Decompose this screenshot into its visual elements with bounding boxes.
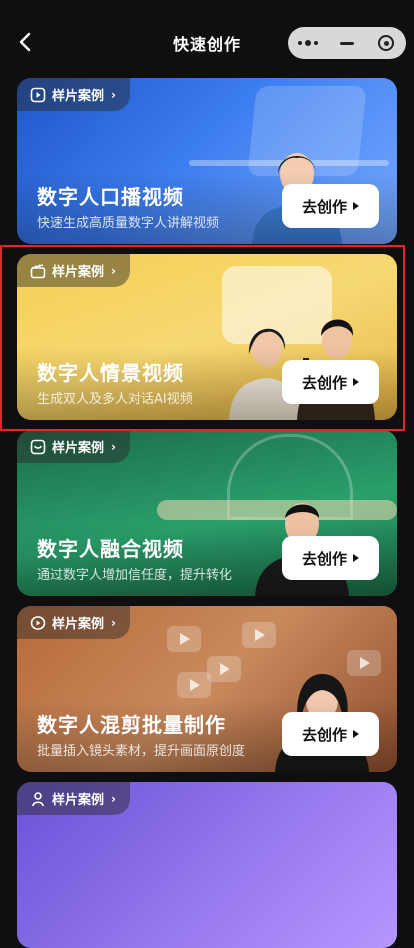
- create-button[interactable]: 去创作: [282, 712, 379, 756]
- play-tile-icon: [167, 626, 201, 652]
- checkbox-icon: [29, 438, 47, 456]
- create-button-label: 去创作: [301, 549, 347, 568]
- card-title: 数字人口播视频: [37, 185, 184, 209]
- play-triangle-icon: [353, 202, 359, 210]
- card-subtitle: 快速生成高质量数字人讲解视频: [37, 216, 220, 231]
- tag-label: 样片案例: [52, 89, 105, 104]
- close-button[interactable]: [370, 27, 402, 59]
- chevron-right-icon: ›: [111, 791, 116, 806]
- card-partial[interactable]: 样片案例 ›: [17, 782, 397, 948]
- tag-label: 样片案例: [52, 441, 105, 456]
- sample-case-tag[interactable]: 样片案例 ›: [17, 782, 130, 815]
- tag-label: 样片案例: [52, 617, 105, 632]
- minimize-icon: [339, 41, 354, 45]
- copy-video-icon: [29, 614, 47, 632]
- chevron-right-icon: ›: [111, 439, 116, 454]
- play-triangle-icon: [353, 730, 359, 738]
- create-button[interactable]: 去创作: [282, 184, 379, 228]
- close-target-icon: [378, 35, 395, 51]
- card-subtitle: 批量插入镜头素材，提升画面原创度: [37, 744, 246, 759]
- more-button[interactable]: [292, 27, 324, 59]
- chevron-right-icon: ›: [111, 615, 116, 630]
- minimize-button[interactable]: [331, 27, 363, 59]
- selection-highlight: [0, 245, 405, 431]
- create-button-label: 去创作: [301, 725, 347, 744]
- card-talking-video[interactable]: 样片案例 › 数字人口播视频 快速生成高质量数字人讲解视频 去创作: [17, 78, 397, 244]
- more-dots-icon: [297, 40, 318, 46]
- mini-program-capsule: [288, 27, 406, 59]
- play-tile-icon: [207, 656, 241, 682]
- chevron-right-icon: ›: [111, 87, 116, 102]
- play-tile-icon: [242, 622, 276, 648]
- nav-header: 快速创作: [0, 0, 414, 86]
- video-play-icon: [29, 86, 47, 104]
- card-title: 数字人融合视频: [37, 537, 184, 561]
- create-button[interactable]: 去创作: [282, 536, 379, 580]
- play-tile-icon: [177, 672, 211, 698]
- card-fusion-video[interactable]: 样片案例 › 数字人融合视频 通过数字人增加信任度，提升转化 去创作: [17, 430, 397, 596]
- card-subtitle: 通过数字人增加信任度，提升转化: [37, 568, 233, 583]
- card-batch-edit[interactable]: 样片案例 › 数字人混剪批量制作 批量插入镜头素材，提升画面原创度 去创作: [17, 606, 397, 772]
- sample-case-tag[interactable]: 样片案例 ›: [17, 78, 130, 111]
- sample-case-tag[interactable]: 样片案例 ›: [17, 430, 130, 463]
- play-triangle-icon: [353, 554, 359, 562]
- tag-label: 样片案例: [52, 793, 105, 808]
- sample-case-tag[interactable]: 样片案例 ›: [17, 606, 130, 639]
- card-title: 数字人混剪批量制作: [37, 713, 226, 737]
- person-icon: [29, 790, 47, 808]
- create-button-label: 去创作: [301, 197, 347, 216]
